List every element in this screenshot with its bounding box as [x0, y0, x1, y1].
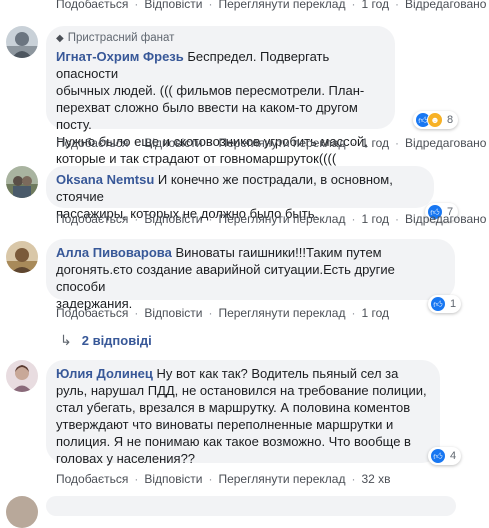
see-translation-link[interactable]: Переглянути переклад [218, 136, 345, 150]
comment-line: обычных людей. ((( фильмов пересмотрели.… [56, 83, 365, 98]
comment-author[interactable]: Юлия Долинец [56, 366, 153, 381]
separator: · [351, 0, 356, 11]
like-reaction-icon: 👍︎ [430, 448, 446, 464]
haha-reaction-icon: ☻ [427, 112, 443, 128]
comment-line: руль, нарушал ПДД, не остановился на тре… [56, 383, 427, 398]
edited-label: Відредаговано [405, 136, 487, 150]
separator: · [395, 0, 400, 11]
like-link[interactable]: Подобається [56, 306, 128, 320]
reply-link[interactable]: Відповісти [144, 0, 202, 11]
separator: · [208, 136, 213, 150]
reply-link[interactable]: Відповісти [144, 136, 202, 150]
see-translation-link[interactable]: Переглянути переклад [218, 306, 345, 320]
edited-label: Відредаговано [405, 0, 487, 11]
comment-author[interactable]: Oksana Nemtsu [56, 172, 154, 187]
comment-line: стал убегать, врезался в маршрутку. А по… [56, 400, 411, 415]
like-link[interactable]: Подобається [56, 136, 128, 150]
top-action-row: Подобається · Відповісти · Переглянути п… [56, 0, 486, 11]
comment-bubble: Юлия Долинец Ну вот как так? Водитель пь… [46, 360, 440, 466]
comment-text: Алла Пивоварова Виноваты гаишники!!!Таки… [56, 244, 445, 312]
separator: · [134, 136, 139, 150]
reaction-summary[interactable]: 👍︎ 4 [428, 447, 462, 465]
like-reaction-icon: 👍︎ [430, 296, 446, 312]
reaction-summary[interactable]: 👍︎ 1 [428, 295, 462, 313]
view-replies-link[interactable]: ↳ 2 відповіді [60, 332, 152, 349]
reply-link[interactable]: Відповісти [144, 306, 202, 320]
timestamp[interactable]: 1 год [361, 136, 389, 150]
see-translation-link[interactable]: Переглянути переклад [218, 212, 345, 226]
comment-line: полиция. Я не понимаю как такое возможно… [56, 434, 411, 449]
timestamp[interactable]: 1 год [361, 306, 389, 320]
separator: · [134, 472, 139, 486]
separator: · [208, 472, 213, 486]
comment-line: головах у населения?? [56, 451, 196, 466]
comment-line: Виноваты гаишники!!!Таким путем [175, 245, 382, 260]
comment-line: утверждают что виноваты переполненные ма… [56, 417, 394, 432]
separator: · [134, 306, 139, 320]
comment-line: догонять.єто создание аварийной ситуации… [56, 262, 395, 294]
separator: · [395, 136, 400, 150]
comment-text: Юлия Долинец Ну вот как так? Водитель пь… [56, 365, 430, 467]
comment-action-row: Подобається · Відповісти · Переглянути п… [56, 212, 486, 226]
separator: · [395, 212, 400, 226]
fan-badge: ◆ Пристрасний фанат [56, 30, 385, 47]
reply-link[interactable]: Відповісти [144, 472, 202, 486]
reply-arrow-icon: ↳ [60, 332, 72, 348]
separator: · [134, 0, 139, 11]
avatar[interactable] [6, 26, 38, 58]
separator: · [208, 306, 213, 320]
comment-action-row: Подобається · Відповісти · Переглянути п… [56, 136, 486, 150]
separator: · [351, 306, 356, 320]
separator: · [208, 0, 213, 11]
timestamp[interactable]: 1 год [361, 212, 389, 226]
replies-count-label: 2 відповіді [81, 333, 152, 348]
avatar[interactable] [6, 360, 38, 392]
reply-link[interactable]: Відповісти [144, 212, 202, 226]
separator: · [351, 136, 356, 150]
comment-line: перехват сложно было ввести на каком-то … [56, 100, 358, 132]
separator: · [134, 212, 139, 226]
like-link[interactable]: Подобається [56, 0, 128, 11]
comment-line: Ну вот как так? Водитель пьяный сел за [156, 366, 399, 381]
reaction-count: 8 [447, 114, 454, 126]
timestamp[interactable]: 32 хв [361, 472, 390, 486]
reaction-count: 4 [450, 450, 457, 462]
see-translation-link[interactable]: Переглянути переклад [218, 472, 345, 486]
comment-bubble: ◆ Пристрасний фанат Игнат-Охрим Фрезь Бе… [46, 26, 395, 166]
comment-line: которые и так страдают от говномаршруток… [56, 151, 337, 166]
like-link[interactable]: Подобається [56, 472, 128, 486]
timestamp[interactable]: 1 год [361, 0, 389, 11]
comment-author[interactable]: Алла Пивоварова [56, 245, 172, 260]
avatar[interactable] [6, 166, 38, 198]
comment-bubble: Oksana Nemtsu И конечно же пострадали, в… [46, 166, 434, 221]
separator: · [351, 472, 356, 486]
like-link[interactable]: Подобається [56, 212, 128, 226]
comment-action-row: Подобається · Відповісти · Переглянути п… [56, 306, 389, 320]
badge-label: Пристрасний фанат [67, 32, 175, 44]
edited-label: Відредаговано [405, 212, 487, 226]
reaction-summary[interactable]: 👍︎ ☻ 8 [413, 111, 459, 129]
reaction-count: 1 [450, 298, 457, 310]
avatar[interactable] [6, 241, 38, 273]
comment-bubble: Алла Пивоварова Виноваты гаишники!!!Таки… [46, 239, 455, 311]
comment-author[interactable]: Игнат-Охрим Фрезь [56, 49, 184, 64]
see-translation-link[interactable]: Переглянути переклад [218, 0, 345, 11]
comment-action-row: Подобається · Відповісти · Переглянути п… [56, 472, 391, 486]
diamond-icon: ◆ [56, 33, 64, 44]
separator: · [351, 212, 356, 226]
separator: · [208, 212, 213, 226]
comment-bubble [46, 496, 456, 516]
